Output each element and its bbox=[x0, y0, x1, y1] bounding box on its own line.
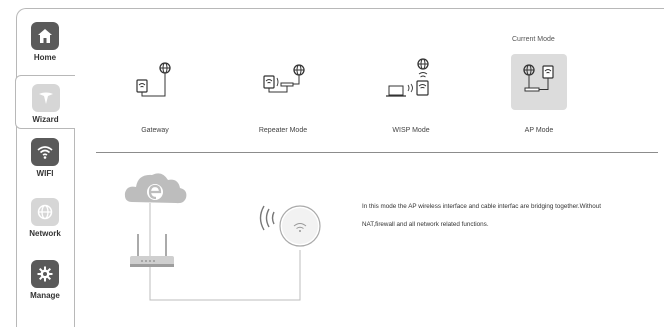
section-divider bbox=[96, 152, 658, 153]
sidebar-item-label: Home bbox=[33, 53, 57, 62]
ap-icon bbox=[511, 54, 567, 110]
mode-description: In this mode the AP wireless interface a… bbox=[362, 203, 601, 228]
sidebar-item-label: WIFI bbox=[36, 169, 54, 178]
wisp-icon bbox=[383, 54, 439, 110]
mode-label: AP Mode bbox=[524, 127, 554, 134]
sidebar-item-manage[interactable]: Manage bbox=[16, 260, 74, 300]
sidebar: Home Wizard WIFI Network Manage bbox=[15, 8, 75, 327]
router-icon bbox=[130, 234, 174, 267]
mode-ap[interactable]: AP Mode bbox=[504, 54, 574, 134]
sidebar-item-label: Wizard bbox=[32, 115, 59, 124]
current-mode-label: Current Mode bbox=[512, 36, 555, 43]
globe-icon bbox=[31, 198, 59, 226]
internet-cloud-icon bbox=[124, 173, 187, 204]
gateway-icon bbox=[127, 54, 183, 110]
wifi-icon bbox=[31, 138, 59, 166]
mode-label: WISP Mode bbox=[392, 127, 430, 134]
sidebar-item-network[interactable]: Network bbox=[16, 198, 74, 238]
sidebar-item-home[interactable]: Home bbox=[16, 22, 74, 62]
ap-mode-diagram bbox=[124, 173, 321, 301]
sidebar-item-label: Network bbox=[29, 229, 61, 238]
mode-wisp[interactable]: WISP Mode bbox=[376, 54, 446, 134]
home-icon bbox=[31, 22, 59, 50]
sidebar-item-wifi[interactable]: WIFI bbox=[16, 138, 74, 178]
mode-selector: Current Mode Gateway Repeater Mode WISP … bbox=[120, 36, 660, 140]
mode-label: Gateway bbox=[141, 127, 169, 134]
gear-icon bbox=[31, 260, 59, 288]
wizard-icon bbox=[31, 84, 60, 112]
mode-gateway[interactable]: Gateway bbox=[120, 54, 190, 134]
ceiling-ap-icon bbox=[259, 205, 321, 247]
mode-label: Repeater Mode bbox=[258, 127, 308, 134]
sidebar-item-label: Manage bbox=[30, 291, 60, 300]
sidebar-item-wizard[interactable]: Wizard bbox=[15, 75, 75, 129]
mode-repeater[interactable]: Repeater Mode bbox=[248, 54, 318, 134]
repeater-icon bbox=[255, 54, 311, 110]
